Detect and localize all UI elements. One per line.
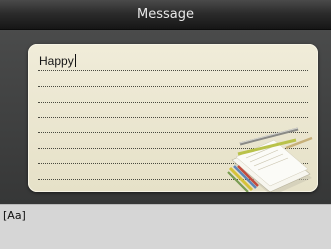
input-method-bar: [Aa] — [0, 204, 331, 249]
window-title: Message — [137, 7, 194, 22]
ruled-line — [38, 102, 308, 103]
message-notepad[interactable]: Happy — [28, 44, 318, 192]
title-bar: Message — [0, 0, 331, 30]
ruled-line — [38, 117, 308, 118]
input-mode-indicator[interactable]: [Aa] — [3, 209, 26, 222]
message-input[interactable]: Happy — [39, 54, 76, 68]
message-area: Happy — [0, 30, 331, 204]
text-cursor — [74, 54, 76, 67]
notepad-pencil-icon — [227, 127, 313, 192]
message-text: Happy — [39, 54, 74, 68]
ruled-line — [38, 86, 308, 87]
ruled-line — [38, 70, 308, 71]
